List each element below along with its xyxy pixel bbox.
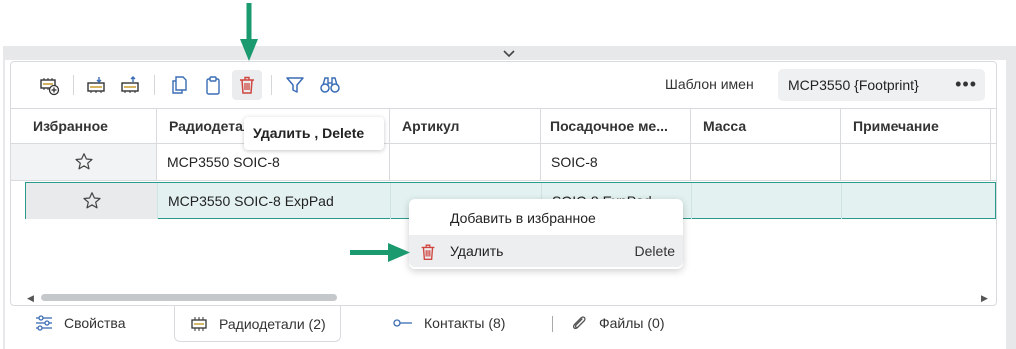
find-button[interactable] — [315, 70, 345, 100]
column-header-article[interactable]: Артикул — [389, 109, 540, 144]
cell-component: MCP3550 SOIC-8 ExpPad — [157, 183, 390, 219]
paperclip-icon — [572, 316, 586, 330]
toolbar-separator — [154, 75, 155, 95]
column-header-note[interactable]: Примечание — [840, 109, 991, 144]
column-header-mass[interactable]: Масса — [690, 109, 840, 144]
tab-label: Радиодетали (2) — [219, 315, 326, 332]
toolbar-separator — [271, 75, 272, 95]
star-icon — [82, 192, 101, 209]
trash-icon — [418, 241, 438, 273]
cell-footprint: SOIC-8 — [540, 144, 690, 180]
table-header: Избранное Радиодетали Артикул Посадочное… — [11, 108, 996, 144]
column-header-favorite[interactable]: Избранное — [11, 109, 156, 144]
column-header-footprint[interactable]: Посадочное ме... — [540, 109, 690, 144]
bottom-tabs: Свойства Радиодетали (2) Контакты (8) Фа… — [10, 306, 1006, 346]
scrollbar-thumb[interactable] — [41, 294, 337, 301]
horizontal-scrollbar[interactable]: ◀ ▶ — [27, 293, 988, 304]
paste-button[interactable] — [198, 70, 228, 100]
cell-note — [841, 183, 995, 219]
favorite-toggle[interactable] — [11, 144, 156, 180]
paste-icon — [206, 76, 220, 95]
panel-frame-left — [3, 46, 5, 349]
more-options-button[interactable]: ••• — [955, 75, 977, 93]
delete-button[interactable] — [232, 70, 262, 100]
cell-article — [389, 144, 540, 180]
cell-note — [840, 144, 991, 180]
filter-icon — [286, 77, 304, 93]
tab-label: Файлы (0) — [599, 315, 665, 331]
chip-icon — [191, 316, 207, 331]
pin-icon — [393, 319, 412, 327]
delete-tooltip: Удалить , Delete — [244, 117, 384, 150]
annotation-arrow-down-icon — [240, 3, 258, 61]
import-icon — [87, 77, 105, 93]
sliders-icon — [36, 315, 52, 331]
delete-icon — [240, 76, 254, 94]
menu-item-add-favorite[interactable]: Добавить в избранное — [409, 202, 683, 234]
components-panel: Шаблон имен MCP3550 {Footprint} ••• Избр… — [10, 61, 997, 306]
import-button[interactable] — [81, 70, 111, 100]
filter-button[interactable] — [280, 70, 310, 100]
menu-item-label: Добавить в избранное — [450, 210, 596, 226]
toolbar: Шаблон имен MCP3550 {Footprint} ••• — [11, 62, 996, 108]
menu-item-shortcut: Delete — [634, 243, 675, 259]
toolbar-separator — [73, 75, 74, 95]
tab-components[interactable]: Радиодетали (2) — [174, 306, 341, 342]
tab-contacts[interactable]: Контакты (8) — [378, 306, 519, 340]
menu-item-label: Удалить — [450, 243, 504, 259]
collapse-chevron-icon[interactable] — [500, 46, 518, 60]
panel-frame-right — [1006, 46, 1016, 349]
star-icon — [74, 153, 93, 170]
copy-button[interactable] — [164, 70, 194, 100]
name-template-label: Шаблон имен — [665, 76, 754, 92]
binoculars-icon — [320, 77, 340, 93]
add-component-button[interactable] — [34, 70, 64, 100]
tab-properties[interactable]: Свойства — [20, 306, 139, 340]
menu-item-delete[interactable]: Удалить Delete — [409, 235, 683, 267]
context-menu: Добавить в избранное Удалить Delete — [409, 199, 683, 269]
tab-files[interactable]: Файлы (0) — [555, 306, 678, 340]
scroll-left-arrow-icon[interactable]: ◀ — [27, 293, 34, 304]
favorite-toggle[interactable] — [26, 183, 157, 219]
tab-label: Свойства — [64, 315, 126, 331]
export-button[interactable] — [115, 70, 145, 100]
table-row[interactable]: MCP3550 SOIC-8 SOIC-8 — [11, 144, 996, 181]
name-template-field[interactable]: MCP3550 {Footprint} ••• — [778, 69, 985, 101]
tab-separator — [552, 316, 553, 332]
cell-mass — [691, 183, 841, 219]
add-component-icon — [40, 78, 60, 96]
copy-icon — [172, 76, 187, 94]
scroll-right-arrow-icon[interactable]: ▶ — [981, 293, 988, 304]
tab-label: Контакты (8) — [424, 315, 506, 331]
name-template-value[interactable]: MCP3550 {Footprint} — [788, 77, 919, 93]
cell-mass — [690, 144, 840, 180]
annotation-arrow-right-icon — [350, 243, 410, 262]
export-icon — [121, 76, 139, 93]
